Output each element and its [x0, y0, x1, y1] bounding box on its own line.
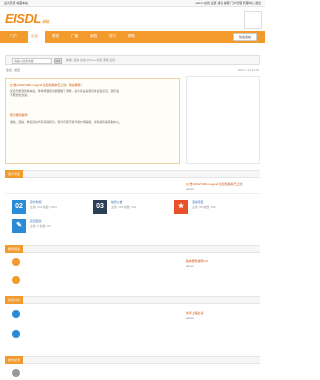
- page-date: 2012-7-13 10:05: [237, 68, 259, 72]
- announce-body-1: 论坛升级到新版本后，整体界面和功能都做了调整，请大家多多留意并反馈意见，我们会不…: [10, 89, 120, 97]
- latest-post-2[interactable]: 版本更新说明 2.0: [186, 259, 208, 263]
- latest-post-author[interactable]: admin: [186, 187, 194, 191]
- nav-item-group[interactable]: 群组: [52, 34, 59, 39]
- latest-post-3[interactable]: 新手上路必读: [186, 311, 203, 315]
- announce-title-2[interactable]: 积分规则说明: [10, 113, 27, 117]
- announce-title-1[interactable]: [公告] 2012 ISDL Legend 论坛新版本已上线，欢迎体验！: [10, 83, 83, 87]
- logo-main: EISDL: [5, 11, 41, 26]
- forum-icon[interactable]: ✎: [12, 219, 26, 233]
- search-bar: 搜索 热搜: 活动 交友 iPhone 手机 游戏 论坛: [5, 55, 260, 65]
- forum-status-icon: [12, 276, 20, 284]
- section-header: 官方专区: [5, 170, 260, 178]
- section-tab[interactable]: 综合讨论: [5, 296, 24, 304]
- nav-item-forum[interactable]: 论坛: [31, 34, 38, 39]
- nav-item-home[interactable]: 家园: [90, 34, 97, 39]
- top-left-links[interactable]: 设为首页 收藏本站: [4, 1, 28, 5]
- latest-post-author[interactable]: admin: [186, 316, 194, 320]
- nav-item-portal[interactable]: 门户: [10, 34, 17, 39]
- forum-name[interactable]: 官方新闻: [30, 200, 42, 204]
- forum-icon[interactable]: ★: [174, 200, 188, 214]
- forum-icon[interactable]: 02: [12, 200, 26, 214]
- breadcrumb[interactable]: 论坛 › 论坛: [6, 68, 20, 72]
- hot-search[interactable]: 热搜: 活动 交友 iPhone 手机 游戏 论坛: [66, 58, 115, 62]
- nav-item-rank[interactable]: 排行: [109, 34, 116, 39]
- quick-post-button[interactable]: 快速发帖: [233, 33, 257, 41]
- logo-sub: 论坛: [41, 19, 50, 24]
- forum-name[interactable]: 意见建议: [30, 219, 42, 223]
- latest-post-1[interactable]: [公告] 2012 ISDL Legend 论坛新版本已上线: [186, 182, 242, 186]
- section-header: 技术交流: [5, 356, 260, 364]
- section-tab[interactable]: 娱乐频道: [5, 245, 24, 253]
- forum-stats: 主题: 88 帖数: 520: [192, 205, 216, 209]
- forum-name[interactable]: 活动专区: [192, 200, 204, 204]
- nav-item-broadcast[interactable]: 广播: [71, 34, 78, 39]
- forum-status-icon: [12, 330, 20, 338]
- forum-stats: 主题: 150 帖数: 902: [111, 205, 137, 209]
- search-input[interactable]: [12, 57, 52, 64]
- section-tab[interactable]: 官方专区: [5, 170, 24, 178]
- announcement-box: [公告] 2012 ISDL Legend 论坛新版本已上线，欢迎体验！ 论坛升…: [5, 78, 180, 164]
- sidebar-box: [186, 76, 260, 164]
- top-bar: 设为首页 收藏本站 admin 在线 设置 消息 提醒 门户管理 管理中心 退出: [0, 0, 265, 7]
- forum-name[interactable]: 站务公告: [111, 200, 123, 204]
- forum-stats: 主题: 5 帖数: 20: [30, 224, 51, 228]
- search-button[interactable]: 搜索: [54, 57, 62, 64]
- main-nav: 门户 论坛 群组 广播 家园 排行 帮助 快速发帖: [0, 31, 265, 43]
- row-divider: [5, 193, 260, 194]
- top-right-links[interactable]: admin 在线 设置 消息 提醒 门户管理 管理中心 退出: [195, 1, 261, 5]
- forum-status-icon: [12, 369, 20, 377]
- nav-item-help[interactable]: 帮助: [128, 34, 135, 39]
- announce-body-2: 发帖、回帖、参加活动均可获得积分，积分可用于提升用户组等级，详情请查看帮助中心。: [10, 120, 122, 124]
- avatar[interactable]: [244, 11, 262, 29]
- forum-icon[interactable]: 03: [93, 200, 107, 214]
- section-header: 娱乐频道: [5, 245, 260, 253]
- forum-status-icon: [12, 258, 20, 266]
- forum-status-icon: [12, 310, 20, 318]
- latest-post-author[interactable]: admin: [186, 264, 194, 268]
- forum-stats: 主题: 301 帖数: 3021: [30, 205, 57, 209]
- site-logo[interactable]: EISDL论坛: [5, 11, 49, 26]
- section-header: 综合讨论: [5, 296, 260, 304]
- section-tab[interactable]: 技术交流: [5, 356, 24, 364]
